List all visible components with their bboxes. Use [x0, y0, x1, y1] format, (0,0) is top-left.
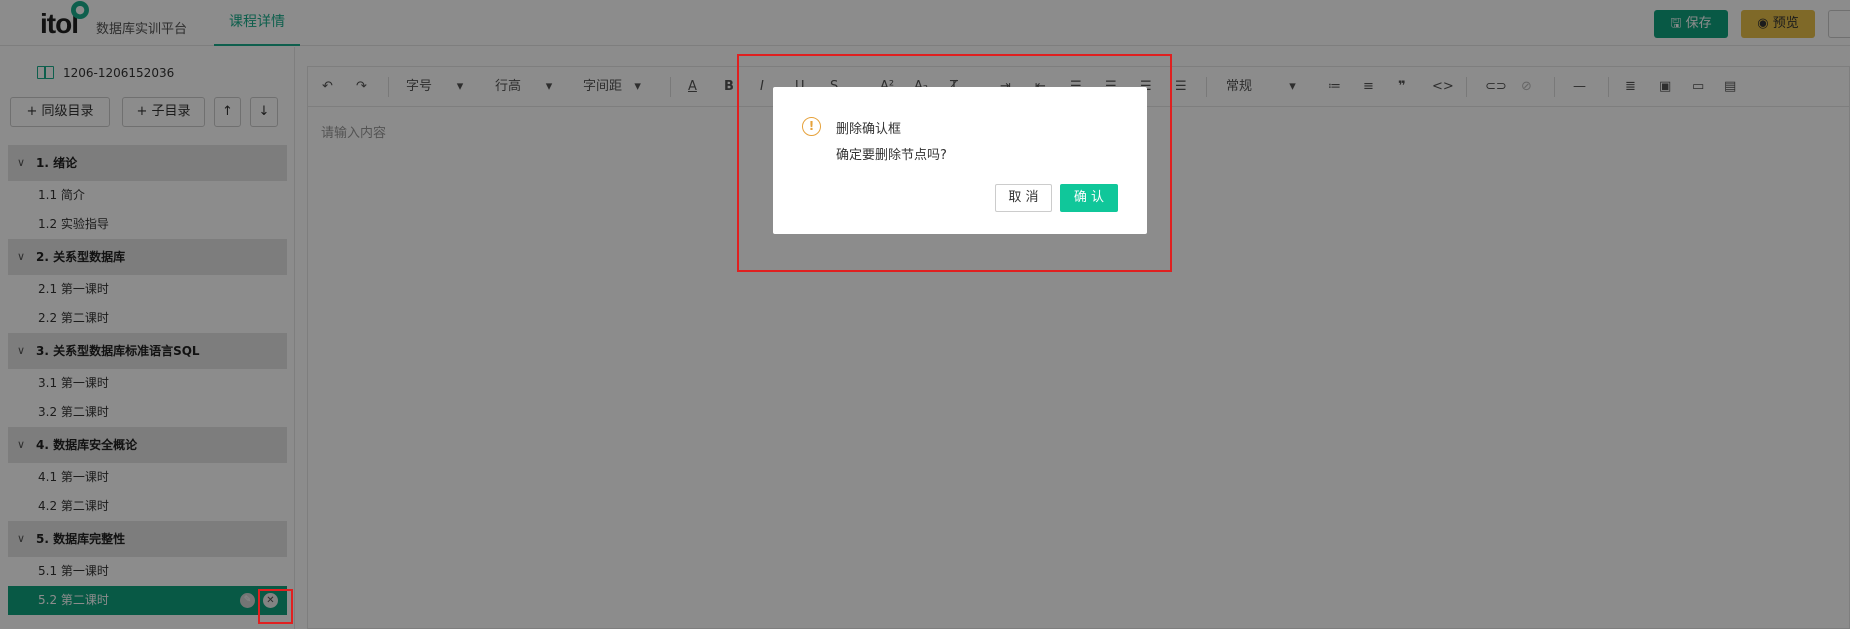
highlight-box-delete [258, 589, 293, 624]
highlight-box-dialog [737, 54, 1172, 272]
